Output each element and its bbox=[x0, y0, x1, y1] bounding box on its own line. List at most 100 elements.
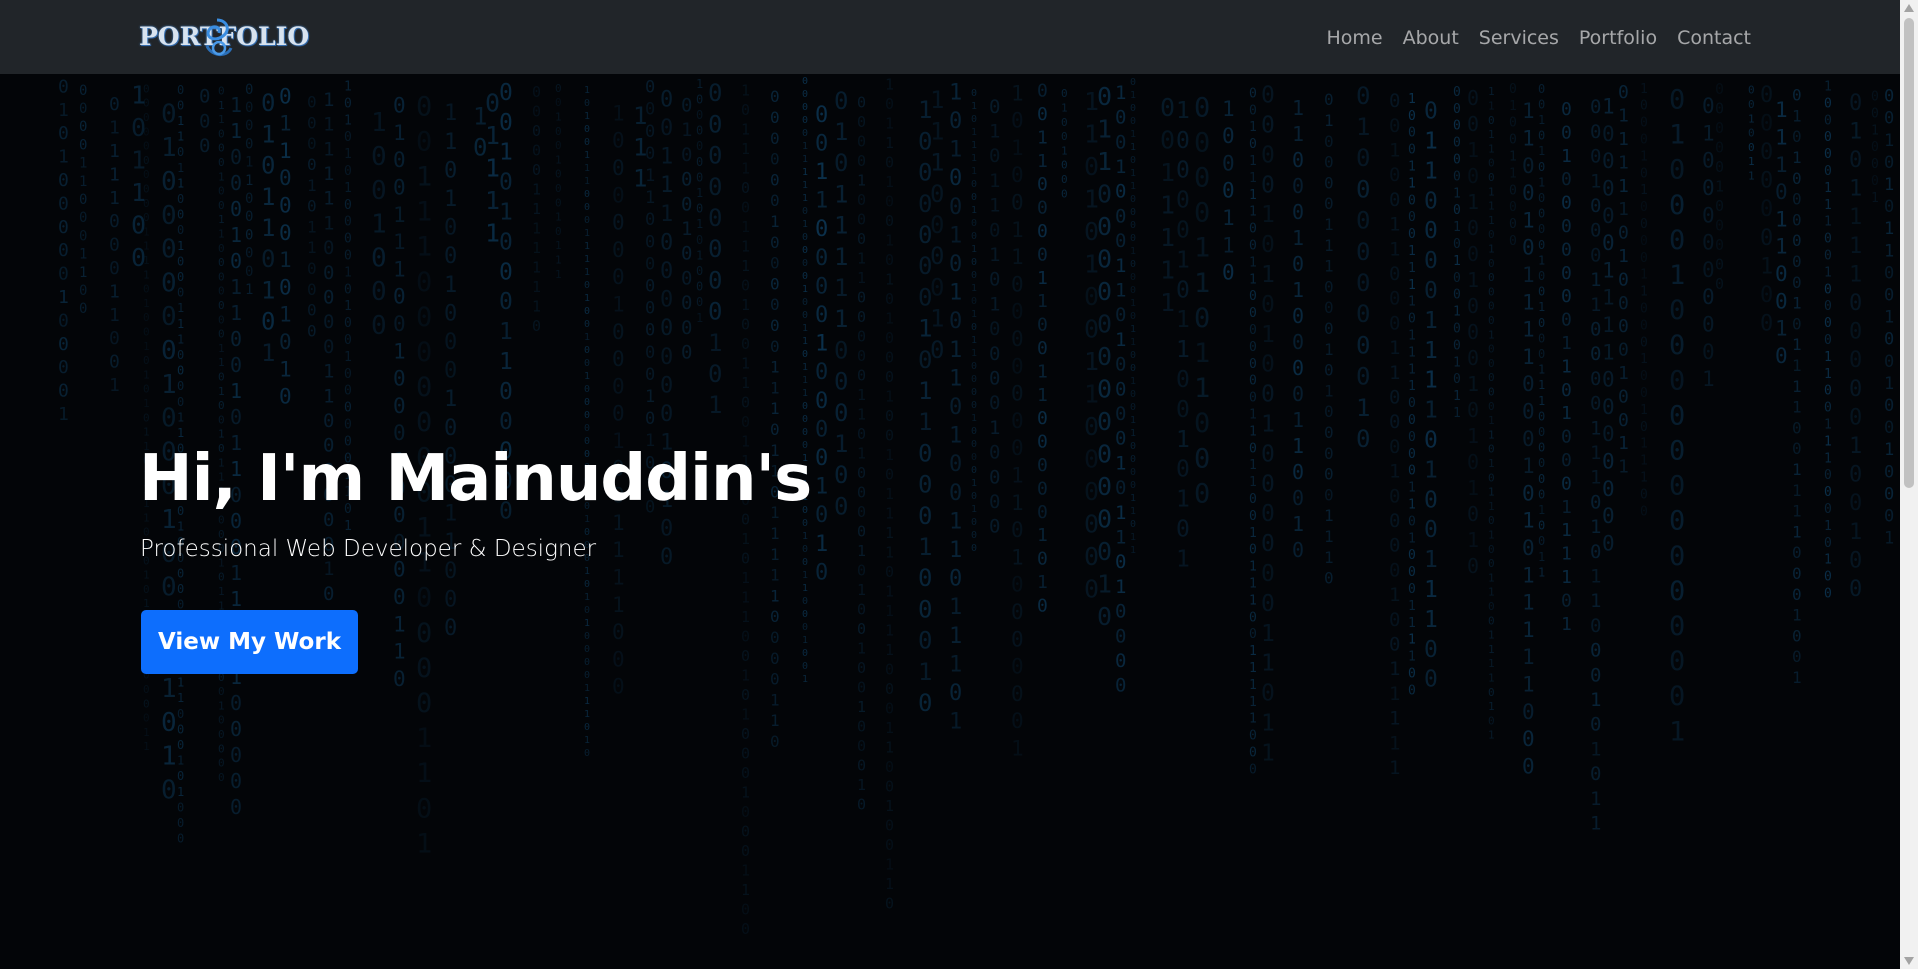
matrix-glyph: 1 bbox=[770, 212, 780, 231]
matrix-glyph: 1 bbox=[584, 241, 590, 252]
matrix-glyph: 0 bbox=[1509, 234, 1517, 249]
matrix-glyph: 1 bbox=[1538, 378, 1545, 392]
matrix-glyph: 0 bbox=[1115, 675, 1126, 697]
matrix-glyph: 1 bbox=[1640, 403, 1648, 418]
matrix-glyph: 0 bbox=[1488, 386, 1495, 399]
matrix-glyph: 1 bbox=[857, 406, 866, 424]
matrix-glyph: 0 bbox=[245, 264, 253, 280]
matrix-glyph: 0 bbox=[770, 628, 780, 647]
matrix-glyph: 0 bbox=[177, 145, 184, 159]
matrix-glyph: 0 bbox=[58, 217, 69, 238]
matrix-glyph: 1 bbox=[218, 428, 225, 441]
matrix-glyph: 0 bbox=[1324, 153, 1334, 172]
matrix-glyph: 1 bbox=[1590, 442, 1601, 464]
matrix-glyph: 1 bbox=[1453, 355, 1461, 370]
matrix-glyph: 0 bbox=[1037, 478, 1048, 499]
matrix-glyph: 0 bbox=[971, 192, 977, 203]
matrix-glyph: 1 bbox=[177, 426, 184, 440]
matrix-glyph: 0 bbox=[770, 295, 780, 314]
matrix-glyph: 0 bbox=[1408, 430, 1416, 445]
matrix-glyph: 1 bbox=[1115, 329, 1126, 351]
nav-link-portfolio[interactable]: Portfolio bbox=[1569, 24, 1667, 52]
matrix-glyph: 1 bbox=[1467, 424, 1479, 448]
matrix-glyph: 1 bbox=[1011, 464, 1024, 488]
matrix-glyph: 0 bbox=[612, 347, 625, 371]
matrix-glyph: 1 bbox=[323, 138, 334, 160]
matrix-glyph: 0 bbox=[177, 395, 184, 409]
matrix-glyph: 1 bbox=[279, 139, 292, 163]
matrix-glyph: 1 bbox=[1324, 381, 1334, 400]
matrix-glyph: 0 bbox=[1871, 174, 1879, 189]
matrix-glyph: 0 bbox=[1488, 443, 1495, 456]
nav-link-contact[interactable]: Contact bbox=[1667, 24, 1751, 52]
nav-link-home[interactable]: Home bbox=[1326, 24, 1392, 52]
page-scrollbar[interactable] bbox=[1900, 0, 1918, 969]
matrix-glyph: 1 bbox=[584, 163, 590, 174]
matrix-glyph: 1 bbox=[584, 735, 590, 746]
matrix-glyph: 0 bbox=[1453, 119, 1461, 134]
matrix-glyph: 0 bbox=[918, 595, 932, 623]
matrix-glyph: 1 bbox=[971, 244, 977, 255]
matrix-glyph: 0 bbox=[1884, 352, 1894, 372]
matrix-glyph: 0 bbox=[885, 778, 894, 796]
matrix-glyph: 1 bbox=[218, 699, 225, 712]
matrix-glyph: 1 bbox=[1488, 700, 1495, 713]
matrix-glyph: 1 bbox=[416, 723, 432, 754]
matrix-glyph: 1 bbox=[1324, 527, 1334, 546]
matrix-glyph: 0 bbox=[708, 173, 722, 201]
matrix-glyph: 0 bbox=[1389, 115, 1400, 137]
matrix-glyph: 0 bbox=[1702, 94, 1715, 118]
matrix-glyph: 0 bbox=[1824, 570, 1832, 585]
matrix-glyph: 1 bbox=[109, 188, 120, 209]
matrix-glyph: 1 bbox=[1849, 205, 1862, 230]
scroll-up-arrow-icon[interactable] bbox=[1904, 4, 1914, 12]
matrix-glyph: 0 bbox=[58, 76, 69, 97]
matrix-glyph: 0 bbox=[660, 87, 673, 112]
matrix-glyph: 1 bbox=[857, 698, 866, 716]
matrix-glyph: 1 bbox=[218, 99, 225, 112]
matrix-glyph: 0 bbox=[218, 714, 225, 727]
matrix-glyph: 0 bbox=[245, 100, 253, 116]
matrix-glyph: 0 bbox=[218, 313, 225, 326]
view-my-work-button[interactable]: View My Work bbox=[141, 610, 358, 674]
matrix-glyph: 0 bbox=[1640, 234, 1648, 249]
matrix-glyph: 1 bbox=[161, 674, 177, 704]
matrix-glyph: 0 bbox=[1194, 127, 1210, 158]
matrix-glyph: 0 bbox=[218, 328, 225, 341]
matrix-glyph: 1 bbox=[1249, 712, 1257, 727]
matrix-glyph: 1 bbox=[612, 293, 625, 317]
scroll-down-arrow-icon[interactable] bbox=[1904, 957, 1914, 965]
matrix-glyph: 0 bbox=[393, 312, 406, 336]
matrix-glyph: 0 bbox=[1792, 86, 1802, 105]
matrix-glyph: 1 bbox=[58, 404, 69, 425]
matrix-glyph: 0 bbox=[971, 387, 977, 398]
matrix-glyph: 1 bbox=[802, 193, 808, 204]
matrix-glyph: 0 bbox=[177, 364, 184, 378]
matrix-glyph: 0 bbox=[1408, 548, 1416, 563]
matrix-glyph: 0 bbox=[1824, 164, 1832, 179]
matrix-glyph: 1 bbox=[1061, 144, 1068, 157]
matrix-glyph: 0 bbox=[1561, 473, 1572, 494]
matrix-glyph: 0 bbox=[681, 342, 692, 364]
scroll-thumb[interactable] bbox=[1904, 18, 1914, 488]
matrix-glyph: 0 bbox=[1748, 141, 1755, 154]
matrix-glyph: 0 bbox=[1488, 343, 1495, 356]
matrix-glyph: 1 bbox=[1488, 457, 1495, 470]
matrix-glyph: 0 bbox=[218, 256, 225, 269]
matrix-glyph: 0 bbox=[532, 161, 541, 179]
matrix-glyph: 0 bbox=[1061, 130, 1068, 143]
matrix-glyph: 0 bbox=[1222, 124, 1235, 148]
matrix-glyph: 0 bbox=[416, 688, 432, 719]
matrix-glyph: 0 bbox=[1097, 82, 1112, 111]
matrix-glyph: 1 bbox=[971, 283, 977, 294]
nav-link-about[interactable]: About bbox=[1393, 24, 1469, 52]
matrix-glyph: 1 bbox=[770, 690, 780, 709]
matrix-glyph: 1 bbox=[1561, 403, 1572, 424]
matrix-glyph: 0 bbox=[143, 354, 150, 367]
brand-logo[interactable]: PORTFOLIO bbox=[139, 16, 309, 60]
nav-link-services[interactable]: Services bbox=[1469, 24, 1569, 52]
matrix-glyph: 0 bbox=[1640, 420, 1648, 435]
matrix-glyph: 0 bbox=[1037, 595, 1048, 616]
matrix-glyph: 1 bbox=[416, 828, 432, 859]
matrix-glyph: 1 bbox=[1160, 256, 1175, 285]
